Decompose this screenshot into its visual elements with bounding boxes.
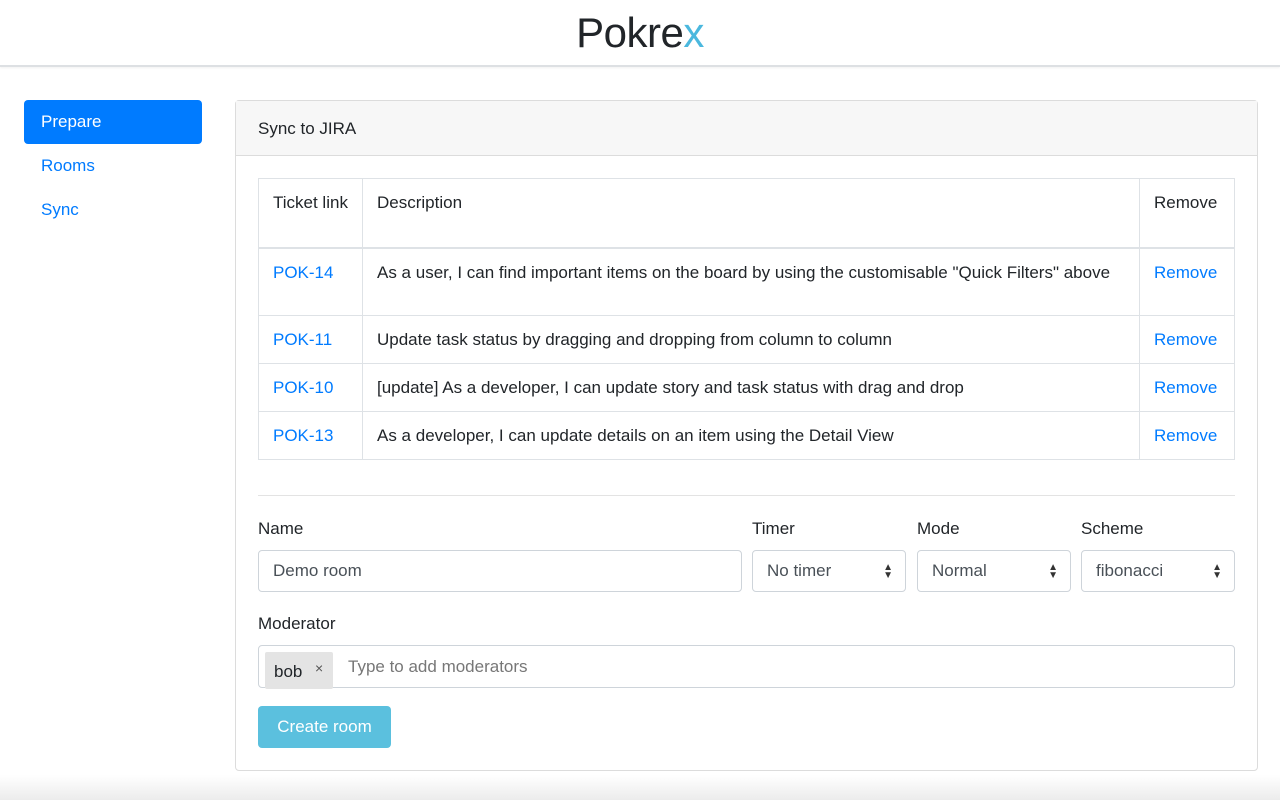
remove-link[interactable]: Remove (1154, 378, 1217, 397)
ticket-link[interactable]: POK-13 (273, 426, 333, 445)
moderator-input[interactable]: bob × Type to add moderators (258, 645, 1235, 689)
name-label: Name (258, 519, 304, 538)
mode-value: Normal (932, 561, 987, 580)
ticket-link[interactable]: POK-14 (273, 263, 333, 282)
select-arrows-icon: ▲ ▼ (1048, 562, 1058, 581)
ticket-link[interactable]: POK-10 (273, 378, 333, 397)
remove-link[interactable]: Remove (1154, 330, 1217, 349)
scheme-value: fibonacci (1096, 561, 1164, 580)
remove-link[interactable]: Remove (1154, 263, 1217, 282)
create-room-button[interactable]: Create room (258, 706, 391, 748)
app-header: Pokrex (0, 0, 1280, 67)
logo: Pokrex (576, 9, 704, 56)
name-input[interactable]: Demo room (258, 550, 742, 592)
tickets-table: Ticket link Description Remove POK-14 As… (258, 178, 1235, 460)
scheme-label: Scheme (1081, 519, 1144, 538)
ticket-description: Update task status by dragging and dropp… (362, 315, 1140, 364)
table-row: POK-10 [update] As a developer, I can up… (258, 363, 1235, 412)
table-header-row: Ticket link Description Remove (258, 178, 1235, 249)
ticket-description: As a developer, I can update details on … (362, 411, 1140, 460)
moderator-tag-label: bob (274, 662, 303, 681)
sidebar-item-prepare[interactable]: Prepare (24, 100, 202, 144)
table-row: POK-13 As a developer, I can update deta… (258, 411, 1235, 460)
mode-label: Mode (917, 519, 960, 538)
moderator-label: Moderator (258, 614, 336, 633)
timer-label: Timer (752, 519, 795, 538)
scheme-select[interactable]: fibonacci ▲ ▼ (1081, 550, 1235, 592)
sidebar-item-sync[interactable]: Sync (24, 188, 202, 232)
header-remove: Remove (1139, 178, 1235, 249)
mode-select[interactable]: Normal ▲ ▼ (917, 550, 1071, 592)
ticket-description: As a user, I can find important items on… (362, 247, 1140, 316)
timer-value: No timer (767, 561, 832, 580)
page-footer-shade (0, 775, 1280, 800)
table-row: POK-11 Update task status by dragging an… (258, 315, 1235, 364)
header-ticket-link: Ticket link (258, 178, 363, 249)
sidebar-item-rooms[interactable]: Rooms (24, 144, 202, 188)
divider (258, 495, 1235, 496)
sidebar-nav: Prepare Rooms Sync (24, 100, 202, 232)
ticket-description: [update] As a developer, I can update st… (362, 363, 1140, 412)
header-description: Description (362, 178, 1140, 249)
sync-card: Sync to JIRA Ticket link Description Rem… (235, 100, 1258, 771)
remove-link[interactable]: Remove (1154, 426, 1217, 445)
select-arrows-icon: ▲ ▼ (1212, 562, 1222, 581)
table-row: POK-14 As a user, I can find important i… (258, 247, 1235, 316)
select-arrows-icon: ▲ ▼ (883, 562, 893, 581)
moderator-tag: bob × (265, 652, 333, 689)
timer-select[interactable]: No timer ▲ ▼ (752, 550, 906, 592)
moderator-placeholder[interactable]: Type to add moderators (348, 646, 528, 688)
close-icon[interactable]: × (315, 648, 323, 688)
ticket-link[interactable]: POK-11 (273, 330, 332, 349)
card-title: Sync to JIRA (236, 101, 1257, 156)
